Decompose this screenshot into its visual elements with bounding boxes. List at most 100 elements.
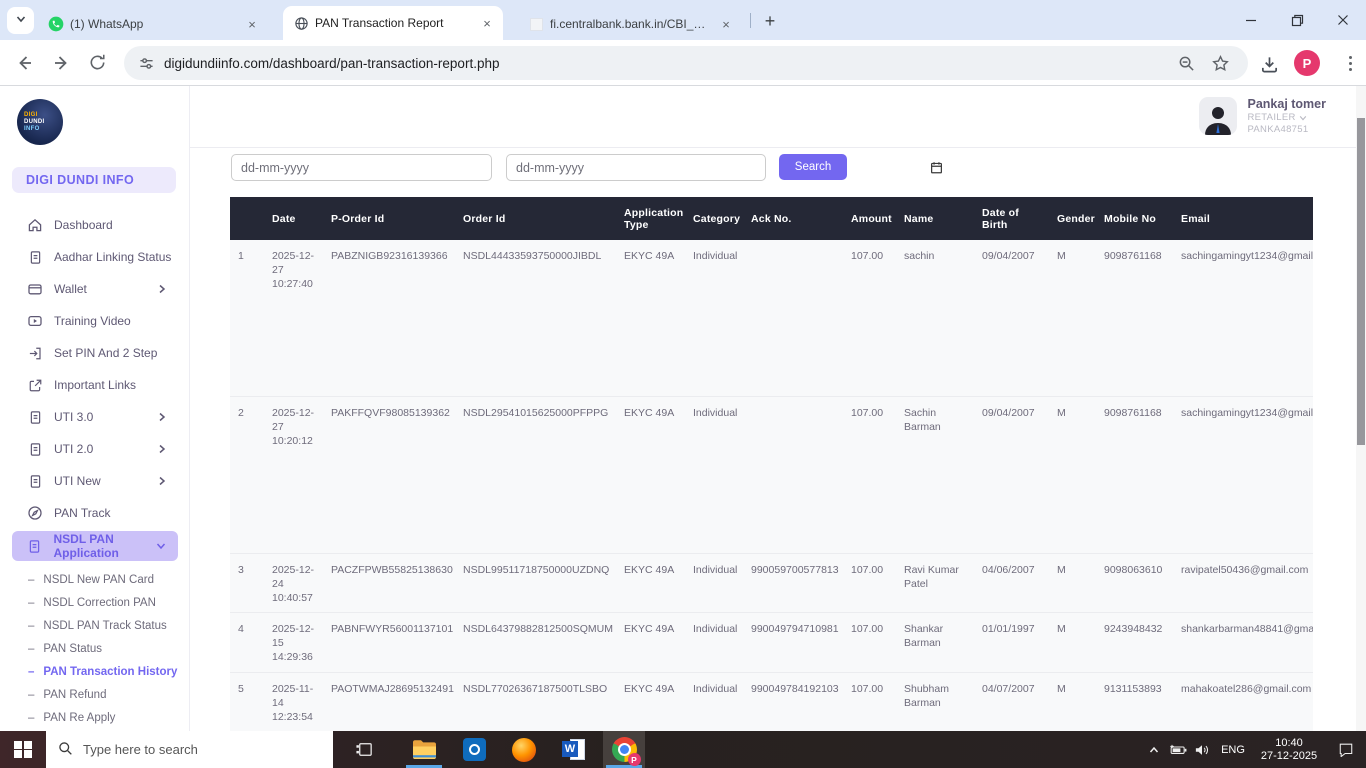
sidebar-subitem-nsdl-pan-track-status[interactable]: –NSDL PAN Track Status — [0, 614, 190, 637]
chevron-down-icon — [15, 12, 27, 30]
language-indicator[interactable]: ENG — [1214, 744, 1252, 756]
firefox-button[interactable] — [503, 731, 545, 768]
sidebar: DIGI DUNDI INFO DIGI DUNDI INFO Dashboar… — [0, 86, 190, 731]
chrome-button[interactable]: P — [603, 731, 645, 768]
cell-application-type: EKYC 49A — [616, 240, 685, 396]
tab-close-icon[interactable]: × — [479, 15, 495, 31]
document-icon — [27, 409, 43, 425]
minimize-button[interactable] — [1228, 0, 1274, 40]
browser-toolbar: digidundiinfo.com/dashboard/pan-transact… — [0, 40, 1366, 86]
scrollbar-track[interactable] — [1356, 86, 1366, 731]
forward-icon[interactable] — [52, 53, 72, 78]
sidebar-item-nsdl-pan-application[interactable]: NSDL PAN Application — [12, 531, 178, 561]
cell-date: 2025-11-14 12:23:54 — [264, 672, 323, 731]
firefox-icon — [512, 738, 536, 762]
col-header-p-order-id: P-Order Id — [323, 197, 455, 240]
sidebar-subitem-pan-status[interactable]: –PAN Status — [0, 637, 190, 660]
sidebar-item-pan-track[interactable]: PAN Track — [0, 497, 190, 529]
cell-category: Individual — [685, 396, 743, 553]
action-center-button[interactable] — [1326, 731, 1366, 768]
sidebar-item-aadhar-linking-status[interactable]: Aadhar Linking Status — [0, 241, 190, 273]
back-icon[interactable] — [14, 53, 34, 78]
col-header-dob: Date of Birth — [974, 197, 1049, 240]
file-explorer-button[interactable] — [403, 731, 445, 768]
task-view-button[interactable] — [343, 731, 385, 768]
restore-button[interactable] — [1274, 0, 1320, 40]
document-icon — [27, 441, 43, 457]
taskbar: Type here to search W P ENG — [0, 731, 1366, 768]
tab-close-icon[interactable]: × — [718, 16, 734, 32]
col-header-application-type: Application Type — [616, 197, 685, 240]
cell-index: 5 — [230, 672, 264, 731]
sidebar-item-label: Set PIN And 2 Step — [54, 346, 157, 360]
download-icon[interactable] — [1260, 55, 1279, 79]
site-settings-icon[interactable] — [139, 56, 154, 71]
word-button[interactable]: W — [553, 731, 595, 768]
profile-avatar[interactable]: P — [1294, 50, 1320, 76]
cell-application-type: EKYC 49A — [616, 672, 685, 731]
bookmark-star-icon[interactable] — [1212, 55, 1229, 77]
user-menu[interactable]: Pankaj tomer RETAILER PANKA48751 — [1199, 97, 1326, 135]
sidebar-item-important-links[interactable]: Important Links — [0, 369, 190, 401]
screen: (1) WhatsApp × PAN Transaction Report × … — [0, 0, 1366, 768]
tab-pan-transaction-report[interactable]: PAN Transaction Report × — [283, 6, 503, 40]
search-button[interactable]: Search — [779, 154, 847, 180]
close-icon[interactable] — [1320, 0, 1366, 40]
cell-date: 2025-12-24 10:40:57 — [264, 553, 323, 612]
cell-gender: M — [1049, 553, 1096, 612]
sidebar-subitem-nsdl-correction-pan[interactable]: –NSDL Correction PAN — [0, 591, 190, 614]
table-header-row: Date P-Order Id Order Id Application Typ… — [230, 197, 1313, 240]
scrollbar-thumb[interactable] — [1357, 118, 1365, 445]
start-button[interactable] — [0, 731, 46, 768]
sidebar-subitem-pan-refund[interactable]: –PAN Refund — [0, 683, 190, 706]
sidebar-subitem-pan-re-apply[interactable]: –PAN Re Apply — [0, 706, 190, 729]
battery-icon[interactable] — [1166, 731, 1190, 768]
cell-application-type: EKYC 49A — [616, 612, 685, 672]
cell-ack-no: 990049784192103 — [743, 672, 843, 731]
zoom-icon[interactable] — [1178, 55, 1195, 77]
menu-kebab-icon[interactable] — [1341, 53, 1359, 73]
sidebar-item-training-video[interactable]: Training Video — [0, 305, 190, 337]
dash-icon: – — [28, 712, 34, 724]
clock[interactable]: 10:40 27-12-2025 — [1252, 737, 1326, 763]
tab-title: (1) WhatsApp — [70, 17, 238, 31]
refresh-icon[interactable] — [88, 53, 107, 77]
cell-p-order-id: PACZFPWB55825138630 — [323, 553, 455, 612]
dash-icon: – — [28, 597, 34, 609]
sidebar-item-label: Training Video — [54, 314, 131, 328]
sidebar-subitem-pan-transaction-history[interactable]: –PAN Transaction History — [0, 660, 190, 683]
sidebar-item-uti-2-0[interactable]: UTI 2.0 — [0, 433, 190, 465]
sidebar-item-dashboard[interactable]: Dashboard — [0, 209, 190, 241]
address-bar[interactable]: digidundiinfo.com/dashboard/pan-transact… — [124, 46, 1248, 80]
tab-close-icon[interactable]: × — [244, 16, 260, 32]
tab-whatsapp[interactable]: (1) WhatsApp × — [38, 8, 268, 40]
outlook-button[interactable] — [453, 731, 495, 768]
sidebar-item-label: UTI 2.0 — [54, 442, 93, 456]
cell-date: 2025-12-15 14:29:36 — [264, 612, 323, 672]
cell-index: 2 — [230, 396, 264, 553]
taskbar-search[interactable]: Type here to search — [46, 731, 333, 768]
calendar-icon[interactable] — [930, 161, 943, 179]
new-tab-button[interactable]: + — [758, 9, 782, 33]
user-id: PANKA48751 — [1247, 124, 1326, 135]
window-controls — [1228, 0, 1366, 40]
volume-icon[interactable] — [1190, 731, 1214, 768]
tray-chevron-up-icon[interactable] — [1142, 731, 1166, 768]
cell-ack-no: 990049794710981 — [743, 612, 843, 672]
cell-gender: M — [1049, 240, 1096, 396]
date-from-input[interactable] — [231, 154, 492, 181]
sidebar-item-set-pin[interactable]: Set PIN And 2 Step — [0, 337, 190, 369]
sidebar-item-uti-3-0[interactable]: UTI 3.0 — [0, 401, 190, 433]
sidebar-item-uti-new[interactable]: UTI New — [0, 465, 190, 497]
chevron-down-icon — [156, 541, 166, 551]
brand-logo[interactable]: DIGI DUNDI INFO — [17, 99, 63, 145]
dash-icon: – — [28, 574, 34, 586]
cell-order-id: NSDL29541015625000PFPPG — [455, 396, 616, 553]
date-to-input[interactable] — [506, 154, 766, 181]
tab-search-button[interactable] — [7, 7, 34, 34]
sidebar-item-wallet[interactable]: Wallet — [0, 273, 190, 305]
chevron-right-icon — [157, 444, 167, 454]
sidebar-subitem-nsdl-new-pan-card[interactable]: –NSDL New PAN Card — [0, 568, 190, 591]
sidebar-item-label: Important Links — [54, 378, 136, 392]
tab-centralbank[interactable]: fi.centralbank.bank.in/CBI_Web × — [518, 8, 742, 40]
